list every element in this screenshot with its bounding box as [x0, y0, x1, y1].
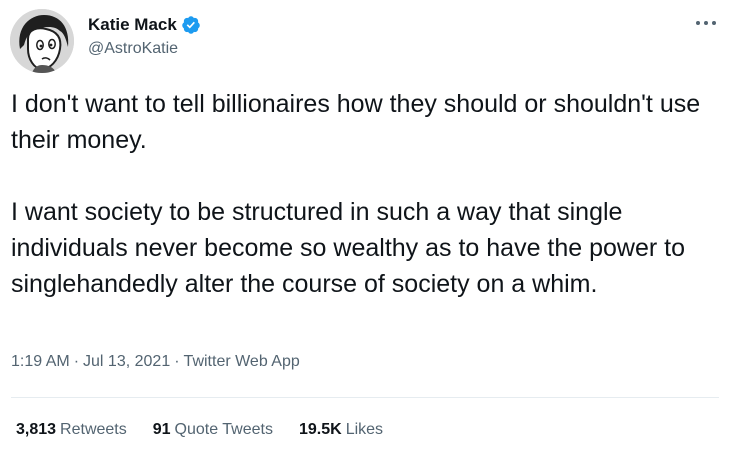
- tweet-card: Katie Mack @AstroKatie I don't want to t…: [0, 0, 730, 452]
- tweet-time[interactable]: 1:19 AM: [11, 353, 70, 370]
- tweet-paragraph: I want society to be structured in such …: [11, 198, 685, 298]
- author-name-row: Katie Mack: [88, 13, 201, 37]
- divider: [11, 397, 719, 398]
- quote-tweets-label: Quote Tweets: [174, 421, 273, 438]
- retweets-count: 3,813: [16, 421, 57, 438]
- likes-label: Likes: [345, 421, 384, 438]
- tweet-source[interactable]: Twitter Web App: [184, 353, 300, 370]
- author-display-name[interactable]: Katie Mack: [88, 15, 177, 35]
- quote-tweets-stat[interactable]: 91 Quote Tweets: [153, 421, 273, 439]
- author-handle[interactable]: @AstroKatie: [88, 40, 178, 58]
- retweets-label: Retweets: [60, 421, 127, 438]
- quote-tweets-count: 91: [152, 421, 171, 438]
- meta-separator: ·: [174, 353, 180, 370]
- engagement-stats: 3,813 Retweets 91 Quote Tweets 19.5K Likes: [16, 421, 409, 439]
- tweet-meta: 1:19 AM · Jul 13, 2021 · Twitter Web App: [11, 353, 300, 371]
- retweets-stat[interactable]: 3,813 Retweets: [16, 421, 127, 439]
- verified-badge-icon: [182, 16, 200, 34]
- avatar[interactable]: [10, 9, 74, 73]
- tweet-paragraph: I don't want to tell billionaires how th…: [11, 90, 701, 154]
- more-options-icon[interactable]: [694, 16, 718, 30]
- likes-count: 19.5K: [298, 421, 342, 438]
- tweet-date[interactable]: Jul 13, 2021: [83, 353, 170, 370]
- cartoon-avatar-icon: [10, 9, 74, 73]
- meta-separator: ·: [73, 353, 80, 370]
- likes-stat[interactable]: 19.5K Likes: [299, 421, 383, 439]
- tweet-text: I don't want to tell billionaires how th…: [11, 86, 716, 302]
